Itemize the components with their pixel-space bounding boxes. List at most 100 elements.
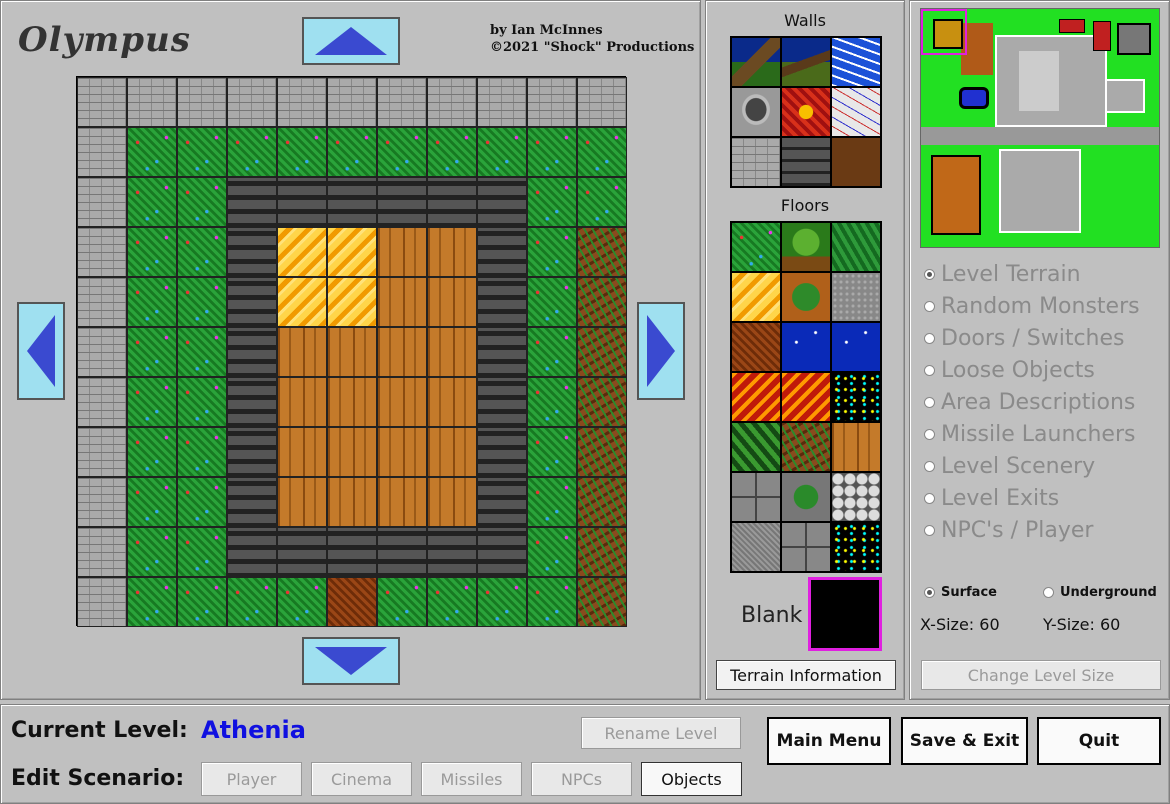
scroll-right-button[interactable] bbox=[637, 302, 685, 400]
level-map-grid[interactable] bbox=[76, 76, 627, 627]
map-tile-wood[interactable] bbox=[377, 427, 427, 477]
map-tile-brick[interactable] bbox=[77, 527, 127, 577]
terrain-information-button[interactable]: Terrain Information bbox=[716, 660, 896, 690]
map-tile-grass[interactable] bbox=[527, 577, 577, 627]
palette-tile-stars[interactable] bbox=[831, 372, 881, 422]
palette-tile-granite[interactable] bbox=[731, 522, 781, 572]
map-tile-grass[interactable] bbox=[577, 177, 627, 227]
palette-tile-brown[interactable] bbox=[831, 137, 881, 187]
map-tile-grass[interactable] bbox=[527, 327, 577, 377]
map-tile-brick[interactable] bbox=[77, 427, 127, 477]
palette-tile-cobble[interactable] bbox=[831, 472, 881, 522]
map-tile-grass[interactable] bbox=[577, 127, 627, 177]
map-tile-brick[interactable] bbox=[427, 77, 477, 127]
map-tile-wood[interactable] bbox=[277, 377, 327, 427]
map-tile-stone[interactable] bbox=[227, 427, 277, 477]
mode-radio[interactable] bbox=[924, 524, 935, 536]
map-tile-dirtgrass[interactable] bbox=[577, 227, 627, 277]
map-tile-grass[interactable] bbox=[527, 477, 577, 527]
map-tile-lava[interactable] bbox=[277, 277, 327, 327]
map-tile-wood[interactable] bbox=[377, 377, 427, 427]
save-exit-button[interactable]: Save & Exit bbox=[901, 717, 1028, 765]
map-tile-grass[interactable] bbox=[127, 527, 177, 577]
map-tile-wood[interactable] bbox=[427, 427, 477, 477]
map-tile-stone[interactable] bbox=[227, 177, 277, 227]
map-tile-brick[interactable] bbox=[477, 77, 527, 127]
map-tile-grass[interactable] bbox=[427, 127, 477, 177]
mode-option[interactable]: NPC's / Player bbox=[924, 514, 1140, 546]
map-tile-grass[interactable] bbox=[127, 227, 177, 277]
map-tile-wood[interactable] bbox=[427, 227, 477, 277]
palette-tile-water[interactable] bbox=[831, 37, 881, 87]
map-tile-grass[interactable] bbox=[177, 427, 227, 477]
map-tile-stone[interactable] bbox=[427, 527, 477, 577]
map-tile-grass[interactable] bbox=[127, 177, 177, 227]
map-tile-grass[interactable] bbox=[227, 127, 277, 177]
map-tile-stone[interactable] bbox=[427, 177, 477, 227]
mode-radio[interactable] bbox=[924, 396, 935, 408]
map-tile-stone[interactable] bbox=[477, 177, 527, 227]
edit-npcs-button[interactable]: NPCs bbox=[531, 762, 632, 796]
map-tile-wood[interactable] bbox=[327, 427, 377, 477]
mode-option[interactable]: Doors / Switches bbox=[924, 322, 1140, 354]
map-tile-stone[interactable] bbox=[477, 527, 527, 577]
palette-tile-bush[interactable] bbox=[781, 272, 831, 322]
mode-radio[interactable] bbox=[924, 460, 935, 472]
map-tile-stone[interactable] bbox=[227, 527, 277, 577]
map-tile-stone[interactable] bbox=[477, 277, 527, 327]
map-tile-wood[interactable] bbox=[427, 327, 477, 377]
map-tile-grass[interactable] bbox=[277, 577, 327, 627]
map-tile-grass[interactable] bbox=[177, 327, 227, 377]
mode-option[interactable]: Area Descriptions bbox=[924, 386, 1140, 418]
map-tile-grass[interactable] bbox=[527, 377, 577, 427]
map-tile-grass[interactable] bbox=[427, 577, 477, 627]
map-tile-lava[interactable] bbox=[327, 227, 377, 277]
map-tile-brick[interactable] bbox=[77, 127, 127, 177]
map-tile-stone[interactable] bbox=[227, 477, 277, 527]
map-tile-grass[interactable] bbox=[127, 377, 177, 427]
map-tile-stone[interactable] bbox=[327, 177, 377, 227]
mode-radio[interactable] bbox=[924, 300, 935, 312]
map-tile-stone[interactable] bbox=[477, 327, 527, 377]
underground-option[interactable]: Underground bbox=[1043, 585, 1157, 600]
map-tile-wood[interactable] bbox=[327, 327, 377, 377]
map-tile-stone[interactable] bbox=[277, 177, 327, 227]
map-tile-wood[interactable] bbox=[377, 477, 427, 527]
map-tile-stone[interactable] bbox=[477, 377, 527, 427]
palette-tile-vinerock[interactable] bbox=[781, 472, 831, 522]
map-tile-brick[interactable] bbox=[577, 77, 627, 127]
palette-tile-rock[interactable] bbox=[731, 87, 781, 137]
mode-radio[interactable] bbox=[924, 268, 935, 280]
palette-tile-greyslab[interactable] bbox=[781, 522, 831, 572]
edit-missiles-button[interactable]: Missiles bbox=[421, 762, 522, 796]
map-tile-stone[interactable] bbox=[477, 477, 527, 527]
map-tile-lava[interactable] bbox=[327, 277, 377, 327]
map-tile-grass[interactable] bbox=[527, 227, 577, 277]
palette-tile-lavawall[interactable] bbox=[781, 87, 831, 137]
map-tile-wood[interactable] bbox=[427, 377, 477, 427]
mode-option[interactable]: Missile Launchers bbox=[924, 418, 1140, 450]
map-tile-grass[interactable] bbox=[377, 127, 427, 177]
map-tile-stone[interactable] bbox=[277, 527, 327, 577]
palette-tile-brick[interactable] bbox=[731, 137, 781, 187]
surface-option[interactable]: Surface bbox=[924, 585, 997, 600]
map-tile-brick[interactable] bbox=[77, 227, 127, 277]
map-tile-wood[interactable] bbox=[327, 377, 377, 427]
mode-option[interactable]: Random Monsters bbox=[924, 290, 1140, 322]
map-tile-brick[interactable] bbox=[77, 477, 127, 527]
map-tile-grass[interactable] bbox=[177, 577, 227, 627]
rename-level-button[interactable]: Rename Level bbox=[581, 717, 741, 749]
map-tile-dirt[interactable] bbox=[327, 577, 377, 627]
map-tile-stone[interactable] bbox=[227, 327, 277, 377]
map-tile-dirtgrass[interactable] bbox=[577, 427, 627, 477]
map-tile-brick[interactable] bbox=[77, 577, 127, 627]
palette-tile-wood[interactable] bbox=[831, 422, 881, 472]
map-tile-stone[interactable] bbox=[227, 227, 277, 277]
palette-tile-stars[interactable] bbox=[831, 522, 881, 572]
mode-option[interactable]: Level Scenery bbox=[924, 450, 1140, 482]
surface-radio[interactable] bbox=[924, 587, 935, 598]
map-tile-wood[interactable] bbox=[277, 427, 327, 477]
map-tile-brick[interactable] bbox=[277, 77, 327, 127]
map-tile-grass[interactable] bbox=[127, 477, 177, 527]
map-tile-stone[interactable] bbox=[327, 527, 377, 577]
